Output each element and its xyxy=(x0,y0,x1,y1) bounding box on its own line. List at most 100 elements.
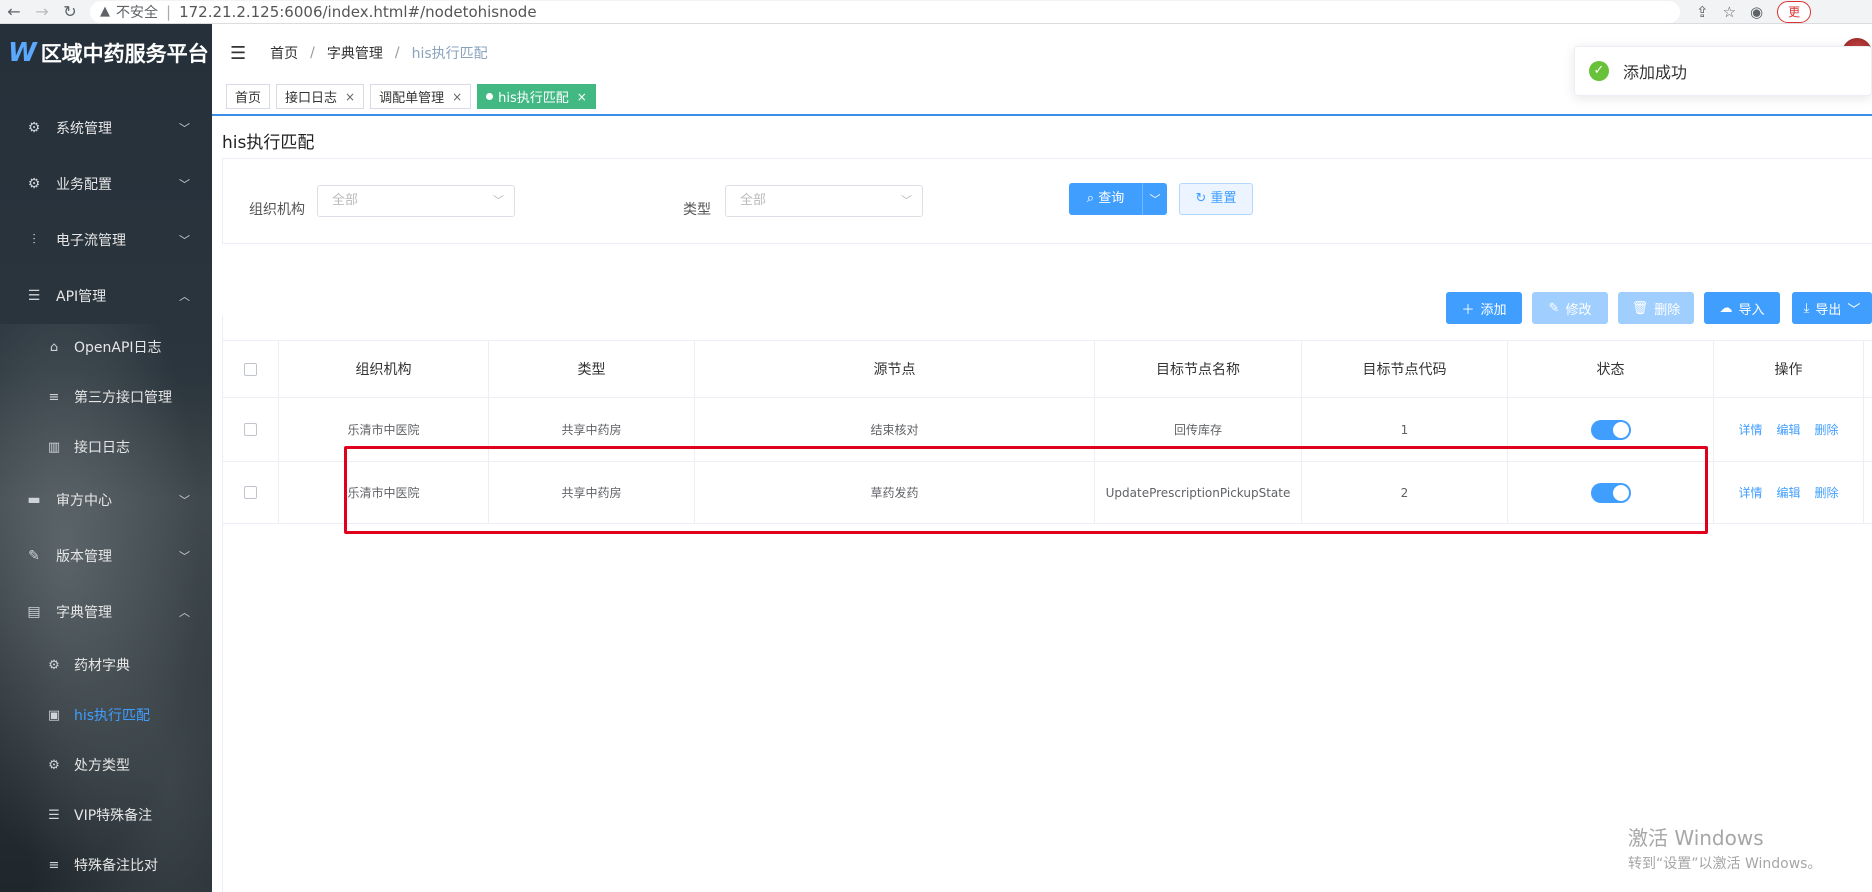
sidebar-item-label: 字典管理 xyxy=(56,605,112,621)
sidebar-item-dictionary[interactable]: ▤ 字典管理 ︿ xyxy=(0,584,212,640)
sidebar-item-herb-dict[interactable]: ⚙ 药材字典 xyxy=(0,640,212,690)
delete-link[interactable]: 删除 xyxy=(1815,421,1839,438)
add-label: 添加 xyxy=(1480,302,1507,318)
sidebar-item-interface-log[interactable]: ▥ 接口日志 xyxy=(0,422,212,472)
url-text: 172.21.2.125:6006/index.html#/nodetohisn… xyxy=(179,2,537,21)
sidebar-item-his-match[interactable]: ▣ his执行匹配 xyxy=(0,690,212,740)
sidebar-item-label: his执行匹配 xyxy=(74,708,151,724)
sidebar-item-label: 第三方接口管理 xyxy=(74,390,172,406)
windows-activation-watermark: 激活 Windows 转到“设置”以激活 Windows。 xyxy=(1628,822,1821,873)
star-icon[interactable]: ☆ xyxy=(1723,3,1736,21)
delete-label: 删除 xyxy=(1654,302,1681,318)
chevron-up-icon: ︿ xyxy=(179,606,190,619)
download-icon: ⤓ xyxy=(1803,300,1810,316)
document-icon: ▤ xyxy=(27,604,41,620)
sidebar: W 区域中药服务平台 ⚙ 系统管理 ﹀ ⚙ 业务配置 ﹀ ⫶ 电子流管理 ﹀ ☰… xyxy=(0,24,212,892)
header-status[interactable]: 状态 xyxy=(1508,341,1714,397)
select-all-checkbox[interactable] xyxy=(244,362,257,376)
header-org[interactable]: 组织机构 xyxy=(279,341,489,397)
sidebar-item-eflow[interactable]: ⫶ 电子流管理 ﹀ xyxy=(0,212,212,268)
tab-dispense[interactable]: 调配单管理 × xyxy=(370,84,472,109)
edit-icon: ✎ xyxy=(1548,300,1560,316)
tab-label: 调配单管理 xyxy=(379,91,445,106)
plus-icon: ＋ xyxy=(1461,302,1475,318)
forward-arrow-icon[interactable]: → xyxy=(28,2,56,21)
sidebar-item-version[interactable]: ✎ 版本管理 ﹀ xyxy=(0,528,212,584)
chevron-down-icon: ﹀ xyxy=(179,550,190,563)
close-icon[interactable]: × xyxy=(577,90,587,104)
sidebar-item-system[interactable]: ⚙ 系统管理 ﹀ xyxy=(0,100,212,156)
tab-home[interactable]: 首页 xyxy=(226,84,271,109)
sidebar-item-label: 版本管理 xyxy=(56,549,112,565)
sidebar-item-vip-note[interactable]: ☰ VIP特殊备注 xyxy=(0,790,212,840)
close-icon[interactable]: × xyxy=(452,90,462,104)
header-target-name[interactable]: 目标节点名称 xyxy=(1095,341,1302,397)
sidebar-item-label: 业务配置 xyxy=(56,177,112,193)
sidebar-item-business[interactable]: ⚙ 业务配置 ﹀ xyxy=(0,156,212,212)
refresh-icon: ↻ xyxy=(1195,191,1211,206)
sidebar-item-audit[interactable]: ▬ 审方中心 ﹀ xyxy=(0,472,212,528)
reload-icon[interactable]: ↻ xyxy=(56,2,84,21)
chevron-up-icon: ︿ xyxy=(179,290,190,303)
header-type[interactable]: 类型 xyxy=(489,341,695,397)
tab-label: 接口日志 xyxy=(285,91,338,106)
list-icon: ≡ xyxy=(48,857,60,873)
list-icon: ≡ xyxy=(48,389,60,405)
sidebar-item-label: API管理 xyxy=(56,289,107,305)
sliders-icon: ☰ xyxy=(27,288,41,304)
header-target-code[interactable]: 目标节点代码 xyxy=(1302,341,1508,397)
type-select[interactable]: 全部 ﹀ xyxy=(725,185,923,217)
status-switch[interactable] xyxy=(1590,419,1631,440)
query-label: 查询 xyxy=(1098,191,1125,206)
sidebar-item-special-compare[interactable]: ≡ 特殊备注比对 xyxy=(0,840,212,890)
sidebar-item-api[interactable]: ☰ API管理 ︿ xyxy=(0,268,212,324)
tab-his-match[interactable]: his执行匹配 × xyxy=(477,84,596,109)
app-logo: W 区域中药服务平台 xyxy=(8,38,209,68)
select-all-cell xyxy=(223,341,279,397)
check-icon: ✓ xyxy=(1589,61,1609,81)
import-label: 导入 xyxy=(1738,302,1765,318)
back-arrow-icon[interactable]: ← xyxy=(0,2,28,21)
row-checkbox[interactable] xyxy=(244,486,257,499)
cloud-icon: ☁ xyxy=(1719,300,1733,316)
gear-icon: ⚙ xyxy=(48,657,60,673)
gear-icon: ⚙ xyxy=(27,176,41,192)
query-button[interactable]: ⌕ 查询 ﹀ xyxy=(1069,183,1167,215)
sidebar-item-rx-type[interactable]: ⚙ 处方类型 xyxy=(0,740,212,790)
logo-mark-icon: W xyxy=(8,38,37,68)
tab-interface-log[interactable]: 接口日志 × xyxy=(276,84,365,109)
reset-button[interactable]: ↻ 重置 xyxy=(1179,183,1253,215)
sidebar-item-thirdparty[interactable]: ≡ 第三方接口管理 xyxy=(0,372,212,422)
update-badge[interactable]: 更 xyxy=(1777,0,1812,23)
share-icon[interactable]: ⇪ xyxy=(1696,3,1709,21)
query-dropdown-icon[interactable]: ﹀ xyxy=(1143,191,1167,207)
success-toast: ✓ 添加成功 xyxy=(1574,46,1872,96)
lock-icon: ⌂ xyxy=(49,339,59,355)
breadcrumb-separator: / xyxy=(310,45,315,61)
row-select-cell xyxy=(223,398,279,461)
header-source[interactable]: 源节点 xyxy=(695,341,1095,397)
delete-link[interactable]: 删除 xyxy=(1815,484,1839,501)
detail-link[interactable]: 详情 xyxy=(1738,484,1762,501)
monitor-icon: ▬ xyxy=(27,492,41,508)
filter-panel: 组织机构 全部 ﹀ 类型 全部 ﹀ ⌕ 查询 ﹀ ↻ 重置 xyxy=(222,158,1872,244)
detail-link[interactable]: 详情 xyxy=(1738,421,1762,438)
page-title: his执行匹配 xyxy=(222,133,315,153)
row-select-cell xyxy=(223,462,279,523)
clipboard-icon: ▣ xyxy=(47,707,61,723)
sidebar-item-label: 审方中心 xyxy=(56,493,112,509)
sliders-icon: ⫶ xyxy=(32,232,36,248)
profile-icon[interactable]: ◉ xyxy=(1750,3,1763,21)
sidebar-item-openapi-log[interactable]: ⌂ OpenAPI日志 xyxy=(0,322,212,372)
row-checkbox[interactable] xyxy=(244,423,257,436)
menu-toggle-icon[interactable]: ☰ xyxy=(230,43,246,64)
edit-link[interactable]: 编辑 xyxy=(1776,421,1800,438)
org-select[interactable]: 全部 ﹀ xyxy=(317,185,515,217)
close-icon[interactable]: × xyxy=(345,90,355,104)
breadcrumb-dictionary[interactable]: 字典管理 xyxy=(327,43,383,63)
breadcrumb-home[interactable]: 首页 xyxy=(270,43,298,63)
org-label: 组织机构 xyxy=(249,202,305,218)
address-bar[interactable]: ▲ 不安全 | 172.21.2.125:6006/index.html#/no… xyxy=(90,0,1680,23)
edit-link[interactable]: 编辑 xyxy=(1776,484,1800,501)
sliders-icon: ☰ xyxy=(48,807,60,823)
